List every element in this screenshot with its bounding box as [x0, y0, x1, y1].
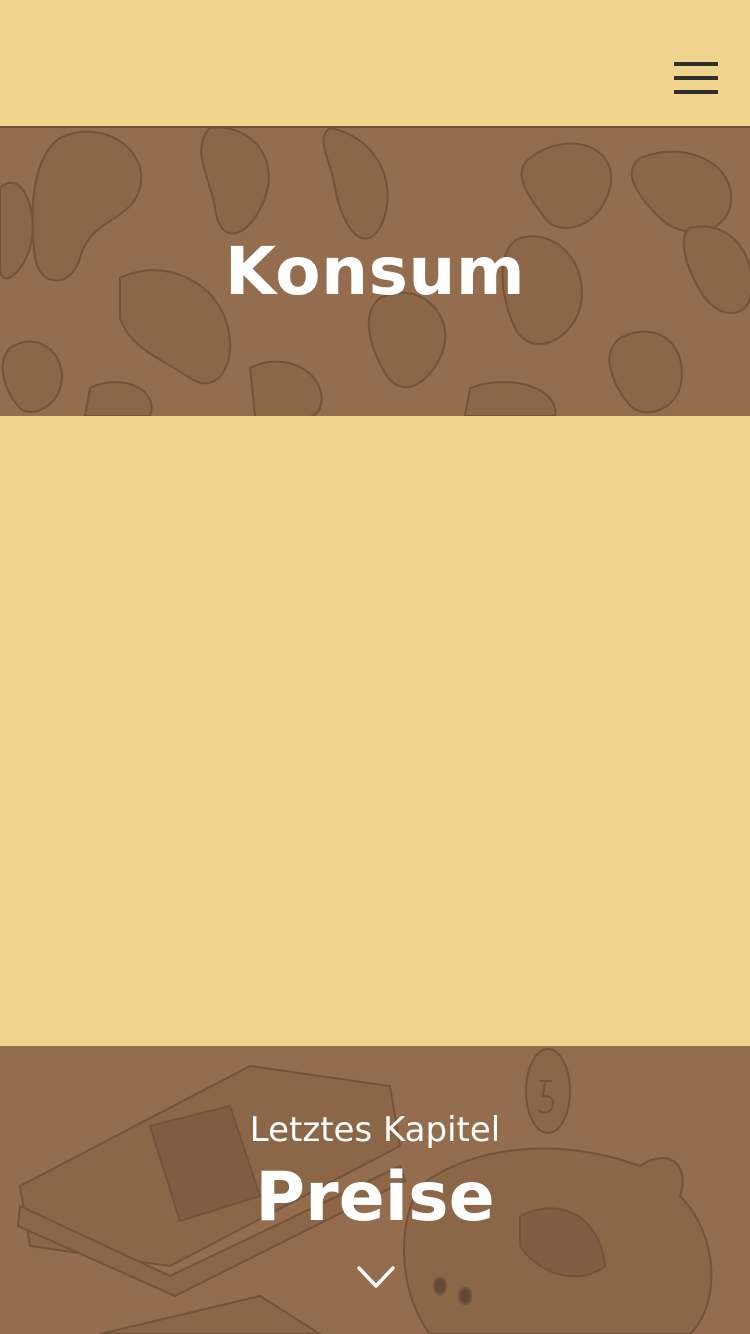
chapter-content-area — [0, 416, 750, 1046]
next-chapter-section[interactable]: Letztes Kapitel Preise — [0, 1046, 750, 1334]
hamburger-menu-button[interactable] — [674, 62, 718, 96]
menu-line — [674, 76, 718, 80]
next-chapter-label: Letztes Kapitel — [249, 1110, 501, 1150]
menu-line — [674, 90, 718, 94]
menu-line — [674, 62, 718, 66]
chevron-down-icon[interactable] — [356, 1264, 396, 1290]
next-chapter-title[interactable]: Preise — [0, 1158, 750, 1238]
top-bar — [0, 0, 750, 128]
chapter-title: Konsum — [224, 233, 526, 310]
chapter-hero: Konsum — [0, 128, 750, 416]
